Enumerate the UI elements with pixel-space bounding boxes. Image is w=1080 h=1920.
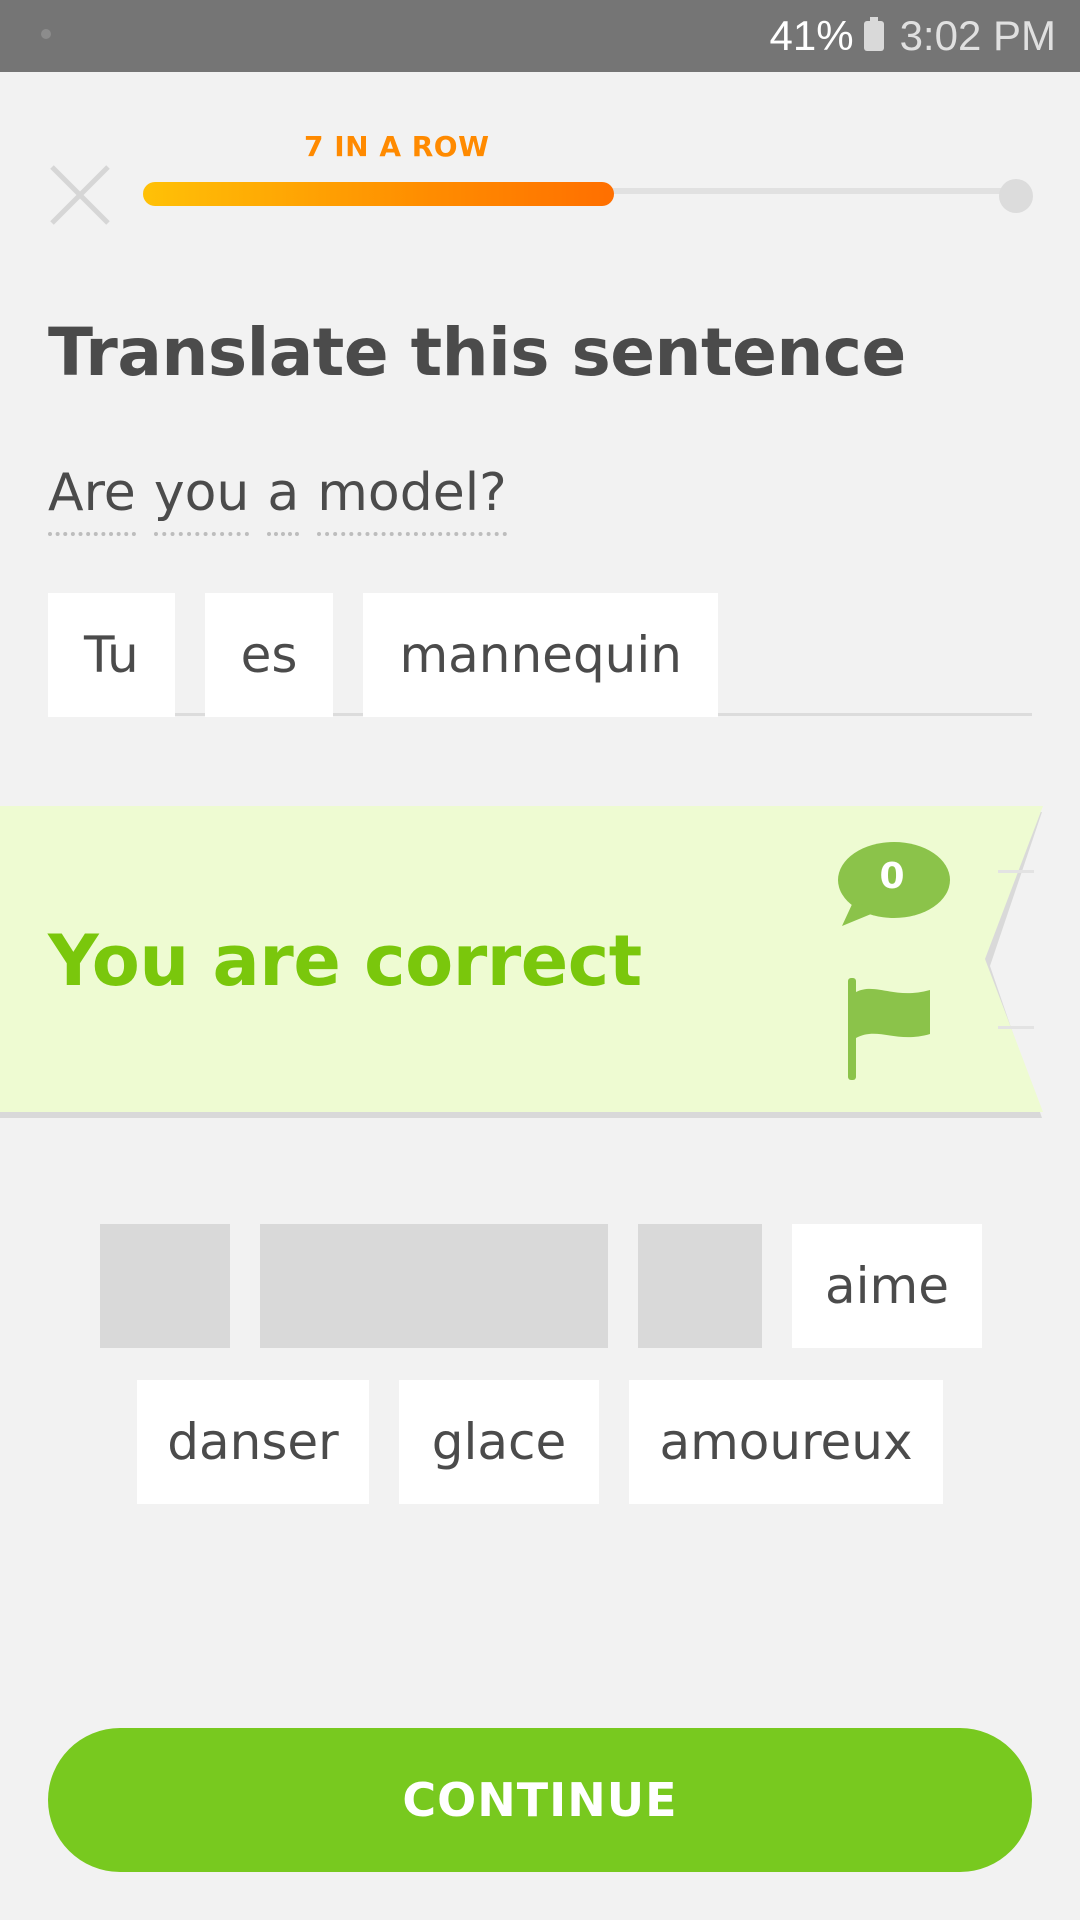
- word-bank-tile[interactable]: danser: [137, 1380, 369, 1504]
- comment-count[interactable]: 0: [836, 856, 948, 897]
- battery-icon: [863, 17, 884, 51]
- word-bank-tile[interactable]: glace: [399, 1380, 599, 1504]
- banner-divider: [998, 1026, 1034, 1029]
- answer-tile[interactable]: Tu: [48, 593, 175, 717]
- word-bank-slot-used: [638, 1224, 762, 1348]
- source-sentence: Are you a model?: [48, 460, 507, 540]
- word-bank-slot-used: [100, 1224, 230, 1348]
- word-bank-slot-used: [260, 1224, 608, 1348]
- word-bank-tile[interactable]: aime: [792, 1224, 982, 1348]
- source-word[interactable]: Are: [48, 460, 136, 536]
- source-word[interactable]: you: [153, 460, 250, 536]
- close-icon[interactable]: [48, 163, 112, 227]
- page-title: Translate this sentence: [48, 314, 906, 391]
- progress-end-dot: [999, 179, 1033, 213]
- word-bank-row: aime: [100, 1224, 982, 1348]
- answer-area: Tu es mannequin: [48, 593, 718, 717]
- notification-dot-icon: [41, 29, 51, 39]
- feedback-message: You are correct: [48, 920, 642, 1002]
- word-bank-row: danser glace amoureux: [137, 1380, 943, 1504]
- flag-icon[interactable]: [846, 978, 936, 1080]
- continue-button[interactable]: CONTINUE: [48, 1728, 1032, 1872]
- source-word[interactable]: a: [267, 460, 300, 536]
- status-bar: 41% 3:02 PM: [0, 0, 1080, 72]
- word-bank-tile[interactable]: amoureux: [629, 1380, 943, 1504]
- source-word[interactable]: model?: [317, 460, 507, 536]
- answer-tile[interactable]: es: [204, 593, 334, 717]
- clock: 3:02 PM: [899, 12, 1056, 59]
- battery-percent: 41%: [769, 12, 854, 59]
- progress-fill: [143, 182, 614, 206]
- banner-divider: [998, 870, 1034, 873]
- streak-label: 7 IN A ROW: [304, 130, 490, 163]
- status-right: 41% 3:02 PM: [769, 12, 1056, 59]
- answer-tile[interactable]: mannequin: [363, 593, 718, 717]
